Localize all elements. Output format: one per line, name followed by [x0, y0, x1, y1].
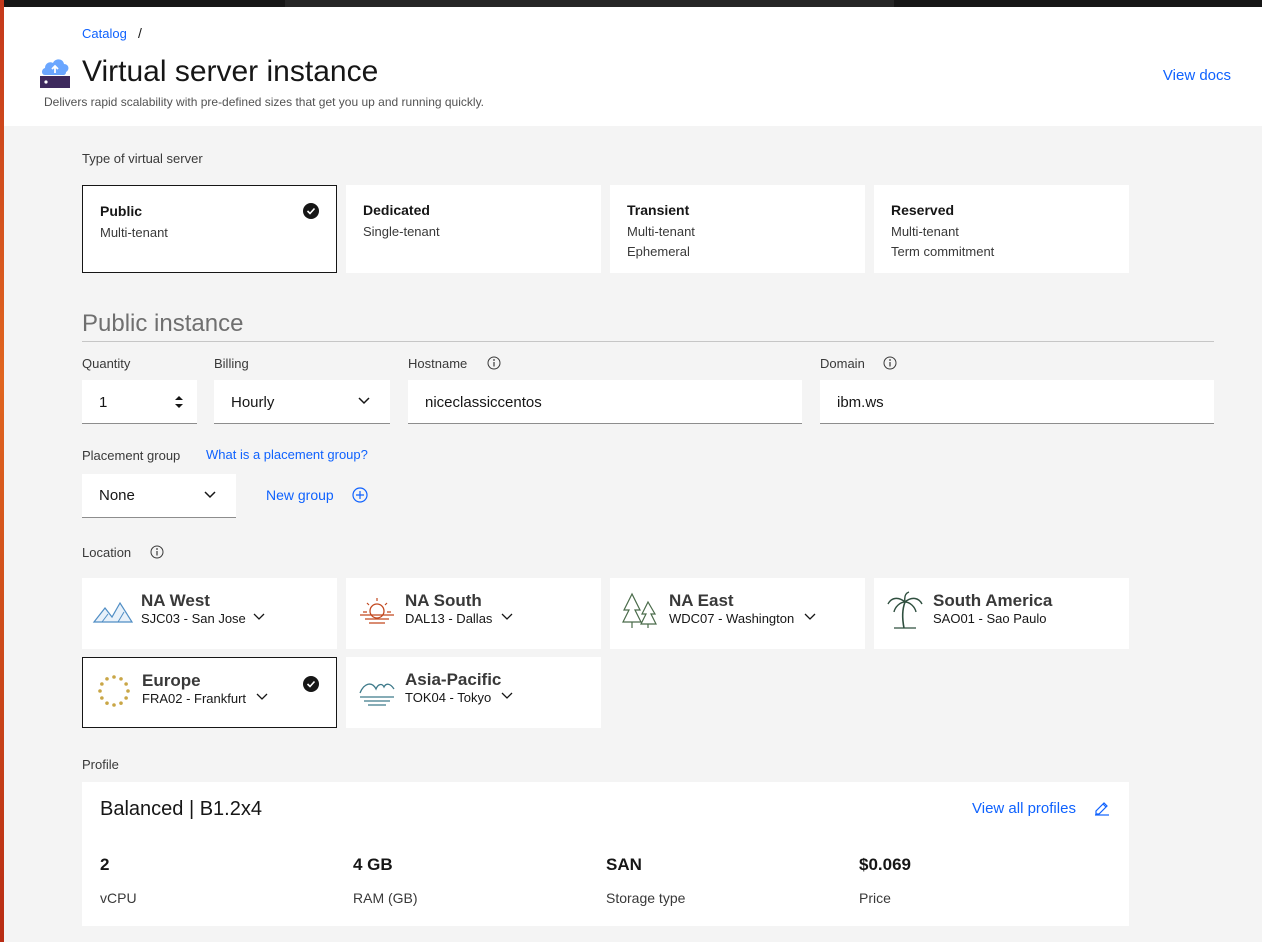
tile-title: Public: [100, 203, 143, 219]
page-header: Catalog / Virtual server instance Delive…: [4, 7, 1262, 126]
chevron-down-icon[interactable]: [501, 613, 513, 621]
domain-label: Domain: [820, 356, 865, 371]
top-bar: [4, 0, 1262, 7]
tile-title: Transient: [627, 202, 690, 218]
profile-label: Profile: [82, 757, 119, 772]
datacenter-name: DAL13 - Dallas: [405, 611, 493, 626]
spec-label: RAM (GB): [353, 890, 418, 906]
placement-group-label: Placement group: [82, 448, 181, 463]
chevron-down-icon[interactable]: [256, 693, 268, 701]
chevron-down-icon: [358, 397, 370, 405]
profile-card: Balanced | B1.2x4 View all profiles 2 vC…: [82, 782, 1129, 926]
spec-value: 2: [100, 855, 110, 874]
chevron-down-icon[interactable]: [501, 692, 513, 700]
server-type-public[interactable]: Public Multi-tenant: [82, 185, 337, 273]
region-name: NA East: [669, 591, 734, 610]
checkmark-icon: [303, 676, 319, 692]
placement-group-select[interactable]: None: [82, 474, 236, 518]
datacenter-name: SAO01 - Sao Paulo: [933, 611, 1047, 626]
billing-select[interactable]: Hourly: [214, 380, 390, 424]
chevron-down-icon: [204, 491, 216, 499]
page-title: Virtual server instance: [82, 55, 379, 88]
datacenter-name: TOK04 - Tokyo: [405, 690, 492, 705]
page-subtitle: Delivers rapid scalability with pre-defi…: [44, 95, 485, 109]
location-asia-pacific[interactable]: Asia-Pacific TOK04 - Tokyo: [346, 657, 601, 728]
server-type-label: Type of virtual server: [82, 151, 203, 166]
placement-value: None: [99, 487, 135, 504]
tile-line1: Single-tenant: [363, 224, 440, 239]
region-name: NA West: [141, 591, 210, 610]
info-icon[interactable]: [883, 356, 897, 370]
sunset-icon: [360, 598, 394, 624]
quantity-label: Quantity: [82, 356, 131, 371]
info-icon[interactable]: [150, 545, 164, 559]
palm-tree-icon: [887, 591, 923, 629]
region-name: Asia-Pacific: [405, 670, 502, 689]
region-name: South America: [933, 591, 1053, 610]
tile-line2: Ephemeral: [627, 244, 690, 259]
location-south-america[interactable]: South America SAO01 - Sao Paulo: [874, 578, 1129, 649]
info-icon[interactable]: [487, 356, 501, 370]
top-bar-segment: [285, 0, 894, 7]
breadcrumb-separator: /: [138, 25, 142, 41]
checkmark-icon: [303, 203, 319, 219]
chevron-down-icon[interactable]: [253, 613, 265, 621]
stepper-arrows-icon[interactable]: [174, 394, 184, 410]
view-all-profiles-link[interactable]: View all profiles: [972, 800, 1076, 817]
tile-title: Reserved: [891, 202, 955, 218]
tile-line1: Multi-tenant: [100, 225, 168, 240]
location-na-east[interactable]: NA East WDC07 - Washington: [610, 578, 865, 649]
section-divider: [82, 341, 1214, 342]
billing-label: Billing: [214, 356, 249, 371]
hostname-value: niceclassiccentos: [425, 394, 542, 411]
tile-line1: Multi-tenant: [891, 224, 959, 239]
hostname-field[interactable]: niceclassiccentos: [408, 380, 802, 424]
cloud-server-icon: [40, 59, 70, 88]
tile-line2: Term commitment: [891, 244, 995, 259]
quantity-value: 1: [99, 394, 108, 411]
spec-label: Price: [859, 890, 891, 906]
spec-value: $0.069: [859, 855, 911, 874]
hostname-label: Hostname: [408, 356, 468, 371]
region-name: Europe: [142, 671, 201, 690]
edit-icon[interactable]: [1094, 800, 1110, 816]
location-label: Location: [82, 545, 132, 560]
wave-icon: [359, 683, 395, 706]
placement-help-link[interactable]: What is a placement group?: [206, 447, 368, 462]
view-docs-link[interactable]: View docs: [1163, 67, 1231, 84]
server-type-dedicated[interactable]: Dedicated Single-tenant: [346, 185, 601, 273]
location-na-south[interactable]: NA South DAL13 - Dallas: [346, 578, 601, 649]
datacenter-name: SJC03 - San Jose: [141, 611, 246, 626]
new-group-button[interactable]: New group: [266, 487, 334, 503]
quantity-stepper[interactable]: 1: [82, 380, 197, 424]
location-na-west[interactable]: NA West SJC03 - San Jose: [82, 578, 337, 649]
section-title: Public instance: [82, 310, 244, 337]
mountains-icon: [92, 601, 134, 623]
billing-value: Hourly: [231, 394, 275, 411]
spec-label: vCPU: [100, 890, 137, 906]
left-accent-bar: [0, 0, 4, 942]
profile-title: Balanced | B1.2x4: [100, 798, 262, 820]
tile-title: Dedicated: [363, 202, 430, 218]
server-type-reserved[interactable]: Reserved Multi-tenant Term commitment: [874, 185, 1129, 273]
domain-value: ibm.ws: [837, 394, 884, 411]
server-type-transient[interactable]: Transient Multi-tenant Ephemeral: [610, 185, 865, 273]
chevron-down-icon[interactable]: [804, 613, 816, 621]
region-name: NA South: [405, 591, 482, 610]
tile-line1: Multi-tenant: [627, 224, 695, 239]
breadcrumb-catalog-link[interactable]: Catalog: [82, 26, 127, 41]
datacenter-name: WDC07 - Washington: [669, 611, 795, 626]
location-europe[interactable]: Europe FRA02 - Frankfurt: [82, 657, 337, 728]
spec-value: 4 GB: [353, 855, 393, 874]
add-circle-icon[interactable]: [352, 487, 368, 503]
star-circle-icon: [98, 675, 130, 707]
spec-label: Storage type: [606, 890, 686, 906]
pine-trees-icon: [622, 592, 657, 628]
spec-value: SAN: [606, 855, 642, 874]
datacenter-name: FRA02 - Frankfurt: [142, 691, 247, 706]
domain-field[interactable]: ibm.ws: [820, 380, 1214, 424]
